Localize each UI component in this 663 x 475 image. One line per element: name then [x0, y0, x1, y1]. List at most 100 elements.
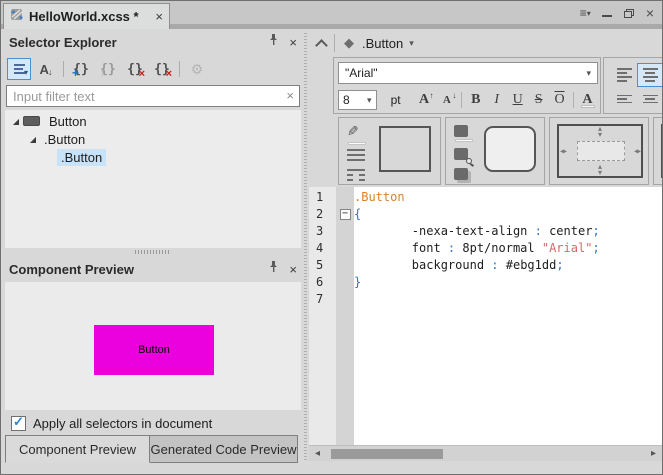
restore-icon[interactable]	[624, 5, 634, 21]
align-left-button[interactable]	[611, 63, 637, 87]
selector-dropdown-icon[interactable]: ▾	[409, 38, 414, 49]
tab-title: HelloWorld.xcss *	[29, 9, 139, 24]
apply-selectors-checkbox[interactable]: ✓	[11, 416, 26, 431]
border-dash-button[interactable]	[347, 168, 369, 182]
vertical-splitter[interactable]	[301, 31, 309, 460]
background-preview[interactable]	[484, 126, 536, 172]
border-width-button[interactable]	[347, 148, 369, 162]
strikethrough-button[interactable]: S	[528, 90, 549, 110]
current-selector-label: .Button	[362, 36, 403, 51]
background-image-button[interactable]	[454, 147, 476, 161]
border-width-icon	[347, 149, 365, 162]
component-preview-header: Component Preview ×	[5, 256, 301, 282]
italic-button[interactable]: I	[486, 90, 507, 110]
margin-right-arrows-icon[interactable]: ◂▸	[634, 147, 640, 156]
fold-cell	[336, 241, 354, 258]
sort-selectors-button[interactable]: ▾	[7, 58, 31, 80]
font-family-combobox[interactable]: "Arial" ▾	[338, 62, 598, 84]
code-line[interactable]: 1.Button	[309, 190, 662, 207]
text-alignment-group	[603, 57, 662, 114]
toolbar-separator	[179, 61, 180, 77]
panel-close-icon[interactable]: ×	[289, 36, 297, 49]
scrollbar-thumb[interactable]	[331, 449, 443, 459]
delete-selector-button[interactable]: {}×	[123, 58, 147, 80]
fold-cell: −	[336, 207, 354, 224]
tab-component-preview[interactable]: Component Preview	[5, 435, 150, 463]
tree-item[interactable]: .Button	[5, 148, 301, 166]
expanded-triangle-icon[interactable]: ◢	[9, 117, 23, 126]
expanded-triangle-icon[interactable]: ◢	[26, 135, 40, 144]
pin-icon[interactable]	[268, 33, 279, 51]
settings-button[interactable]: ⚙	[185, 58, 209, 80]
border-preview[interactable]	[379, 126, 431, 172]
preview-button[interactable]: Button	[94, 325, 214, 375]
code-line[interactable]: 6}	[309, 275, 662, 292]
align-center-button[interactable]	[637, 63, 662, 87]
fold-cell	[336, 258, 354, 275]
sort-alphabetical-button[interactable]: A↓	[34, 58, 58, 80]
minimize-icon[interactable]	[602, 5, 612, 21]
line-number: 2	[309, 207, 336, 224]
background-style-group	[445, 117, 545, 185]
delete-all-selectors-button[interactable]: {}×	[150, 58, 174, 80]
code-line[interactable]: 7	[309, 292, 662, 309]
filter-input[interactable]	[6, 85, 300, 107]
shadow-button[interactable]	[454, 167, 476, 181]
code-text: .Button	[354, 190, 405, 207]
component-preview-canvas: Button	[5, 282, 301, 410]
fold-cell	[336, 190, 354, 207]
margin-bottom-arrows-icon[interactable]: ▴▾	[598, 164, 602, 176]
css-code-editor[interactable]: 1.Button2−{3 -nexa-text-align : center;4…	[309, 187, 662, 445]
collapse-chevron-icon[interactable]	[315, 39, 328, 52]
border-color-button[interactable]: ✎	[347, 124, 369, 138]
pin-icon[interactable]	[268, 260, 279, 278]
scroll-left-icon[interactable]: ◂	[315, 447, 320, 461]
bold-button[interactable]: B	[465, 90, 486, 110]
fold-collapse-icon[interactable]: −	[340, 209, 351, 220]
code-text: }	[354, 275, 361, 292]
fold-cell	[336, 292, 354, 309]
underline-button[interactable]: U	[507, 90, 528, 110]
border-color-swatch	[348, 142, 366, 145]
panel-splitter[interactable]	[5, 248, 301, 256]
copy-selector-button[interactable]: {}↑	[96, 58, 120, 80]
code-text: background : #ebg1dd;	[354, 258, 564, 275]
panel-title: Component Preview	[9, 262, 134, 277]
margin-top-arrows-icon[interactable]: ▴▾	[598, 126, 602, 138]
font-color-button[interactable]: A	[577, 90, 598, 110]
check-icon: ✓	[13, 414, 24, 430]
size-unit-label: pt	[391, 93, 401, 107]
window-list-icon[interactable]: ≡▾	[580, 5, 590, 21]
tree-item[interactable]: ◢.Button	[5, 130, 301, 148]
justify-center-button[interactable]	[637, 87, 662, 111]
document-tab[interactable]: HelloWorld.xcss * ×	[3, 3, 170, 29]
grow-font-button[interactable]: A↑	[413, 90, 436, 110]
tab-close-icon[interactable]: ×	[155, 10, 163, 23]
margin-left-arrows-icon[interactable]: ◂▸	[560, 147, 566, 156]
code-text: {	[354, 207, 361, 224]
padding-editor[interactable]: ◂▸	[661, 124, 662, 178]
tree-item-label: .Button	[57, 149, 106, 166]
panel-close-icon[interactable]: ×	[289, 263, 297, 276]
tree-item[interactable]: ◢Button	[5, 112, 301, 130]
font-size-combobox[interactable]: 8 ▾	[338, 90, 377, 110]
window-close-icon[interactable]: ×	[646, 5, 654, 21]
code-line[interactable]: 3 -nexa-text-align : center;	[309, 224, 662, 241]
tab-generated-code-preview[interactable]: Generated Code Preview	[150, 435, 298, 463]
background-color-button[interactable]	[454, 124, 476, 138]
style-editor-panel: ◆ .Button ▾ "Arial" ▾ 8 ▾ pt A↑ A↓	[309, 29, 662, 461]
margin-editor[interactable]: ▴▾ ▴▾ ◂▸ ◂▸	[557, 124, 643, 178]
justify-left-button[interactable]	[611, 87, 637, 111]
code-line[interactable]: 4 font : 8pt/normal "Arial";	[309, 241, 662, 258]
horizontal-scrollbar[interactable]: ◂ ▸	[309, 445, 662, 461]
panel-title: Selector Explorer	[9, 35, 117, 50]
code-line[interactable]: 2−{	[309, 207, 662, 224]
chevron-down-icon: ▾	[586, 68, 591, 79]
overline-button[interactable]: O	[549, 90, 570, 110]
border-style-group: ✎	[338, 117, 441, 185]
scroll-right-icon[interactable]: ▸	[651, 447, 656, 461]
code-line[interactable]: 5 background : #ebg1dd;	[309, 258, 662, 275]
add-selector-button[interactable]: {}+	[69, 58, 93, 80]
clear-filter-icon[interactable]: ×	[286, 88, 294, 103]
shrink-font-button[interactable]: A↓	[435, 90, 458, 110]
